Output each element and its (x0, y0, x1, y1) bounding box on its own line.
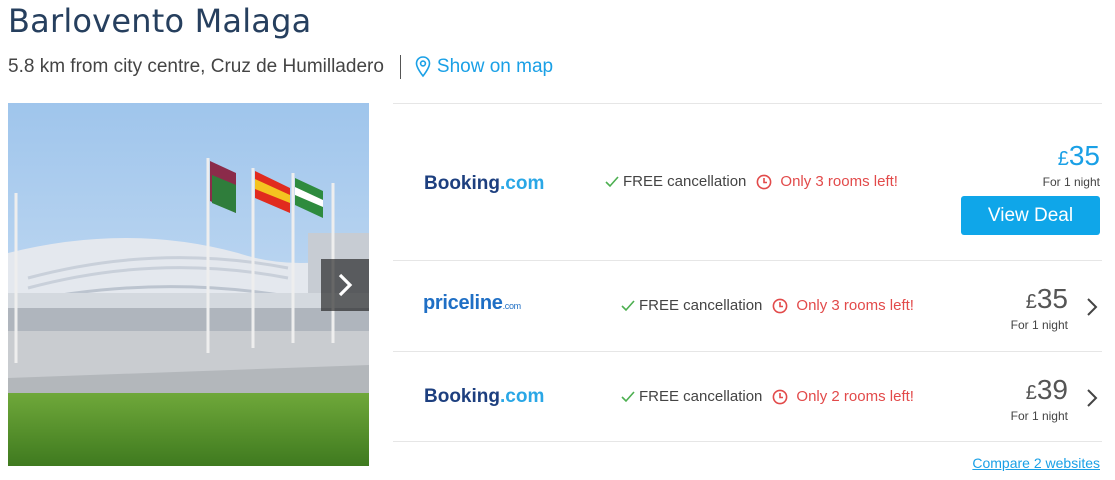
hotel-photo[interactable] (8, 103, 369, 466)
free-cancellation-label: FREE cancellation (623, 173, 747, 190)
chevron-right-icon[interactable] (1086, 297, 1098, 317)
currency-symbol: £ (1025, 382, 1037, 404)
price-value: 35 (1068, 140, 1100, 171)
hotel-photo-image (8, 103, 369, 466)
show-on-map-label: Show on map (436, 56, 554, 77)
currency-symbol: £ (1025, 291, 1037, 313)
check-icon (621, 299, 635, 311)
deal-row[interactable]: Booking.com FREE cancellation Only 3 roo… (393, 103, 1102, 260)
deal-price: £35 For 1 night (1010, 283, 1068, 333)
deal-features: FREE cancellation Only 3 rooms left! (621, 297, 914, 314)
currency-symbol: £ (1057, 148, 1069, 170)
map-pin-icon (415, 56, 431, 78)
clock-icon (773, 389, 788, 404)
provider-logo: priceline.com (423, 292, 521, 315)
provider-suffix: .com (500, 173, 545, 194)
deal-row[interactable]: priceline.com FREE cancellation Only 3 r… (393, 260, 1102, 351)
per-night-label: For 1 night (1042, 175, 1100, 189)
clock-icon (757, 174, 772, 189)
availability-label: Only 3 rooms left! (780, 173, 898, 190)
free-cancellation: FREE cancellation (621, 388, 762, 405)
provider-suffix: .com (502, 301, 522, 311)
provider-name: Booking (424, 173, 500, 194)
view-deal-button[interactable]: View Deal (961, 196, 1100, 235)
clock-icon (773, 298, 788, 313)
deal-features: FREE cancellation Only 2 rooms left! (621, 388, 914, 405)
provider-logo: Booking.com (424, 386, 544, 408)
per-night-label: For 1 night (1010, 318, 1068, 332)
compare-websites-link[interactable]: Compare 2 websites (972, 455, 1100, 471)
availability-warning: Only 2 rooms left! (772, 388, 914, 405)
provider-suffix: .com (500, 386, 545, 407)
hotel-name: Barlovento Malaga (8, 2, 312, 40)
check-icon (605, 175, 619, 187)
availability-label: Only 2 rooms left! (796, 388, 914, 405)
photo-next-button[interactable] (321, 259, 369, 311)
availability-warning: Only 3 rooms left! (772, 297, 914, 314)
deal-price: £35 For 1 night (1042, 140, 1100, 190)
hotel-location: 5.8 km from city centre, Cruz de Humilla… (8, 56, 384, 77)
show-on-map-link[interactable]: Show on map (415, 56, 553, 78)
provider-logo: Booking.com (424, 173, 544, 195)
divider (399, 55, 401, 79)
free-cancellation-label: FREE cancellation (639, 297, 763, 314)
price-value: 39 (1036, 374, 1068, 405)
price-value: 35 (1036, 283, 1068, 314)
free-cancellation: FREE cancellation (621, 297, 762, 314)
check-icon (621, 390, 635, 402)
availability-warning: Only 3 rooms left! (756, 173, 898, 190)
provider-name: Booking (424, 386, 500, 407)
deal-price: £39 For 1 night (1010, 374, 1068, 424)
per-night-label: For 1 night (1010, 409, 1068, 423)
deal-features: FREE cancellation Only 3 rooms left! (605, 173, 898, 190)
free-cancellation-label: FREE cancellation (639, 388, 763, 405)
deal-row[interactable]: Booking.com FREE cancellation Only 2 roo… (393, 351, 1102, 442)
hotel-subheader: 5.8 km from city centre, Cruz de Humilla… (8, 55, 553, 79)
availability-label: Only 3 rooms left! (796, 297, 914, 314)
deals-list: Booking.com FREE cancellation Only 3 roo… (393, 103, 1102, 442)
provider-name: priceline (423, 292, 503, 314)
chevron-right-icon[interactable] (1086, 388, 1098, 408)
chevron-right-icon (338, 273, 353, 297)
free-cancellation: FREE cancellation (605, 173, 746, 190)
